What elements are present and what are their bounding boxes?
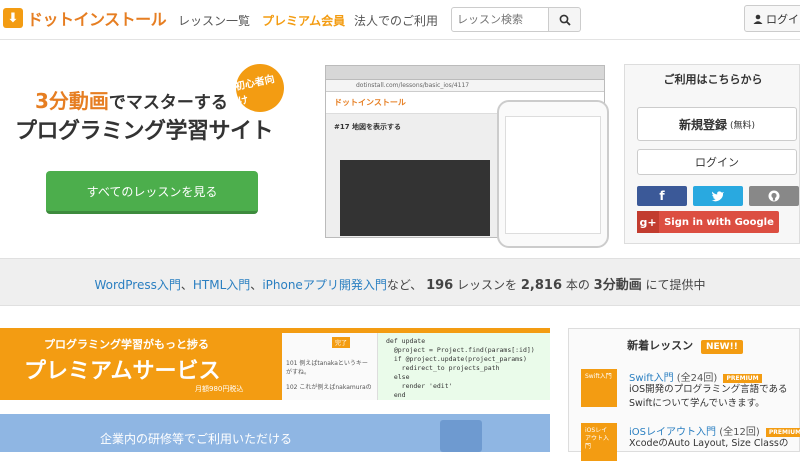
twitter-bird-icon xyxy=(711,191,724,202)
google-signin-label: Sign in with Google xyxy=(664,216,774,228)
stats-suffix-4: にて提供中 xyxy=(645,278,706,292)
premium-notes: 完了 101 例えばtanakaというキーがすね。 102 これが例えばnaka… xyxy=(282,333,378,400)
stats-sep-1: 、 xyxy=(180,278,193,292)
twitter-login-button[interactable] xyxy=(693,186,743,206)
signup-label: 新規登録 xyxy=(678,117,727,132)
site-logo[interactable]: ⬇ ドットインストール xyxy=(3,6,167,30)
lesson-thumbnail[interactable]: Swift入門 xyxy=(581,369,617,407)
premium-title: プレミアムサービス xyxy=(24,359,221,384)
new-lessons-heading: 新着レッスン xyxy=(627,339,694,352)
link-html[interactable]: HTML入門 xyxy=(193,278,250,292)
google-signin-button[interactable]: g+ Sign in with Google xyxy=(637,211,779,233)
beginner-badge: 初心者向け xyxy=(231,59,289,117)
premium-badge: PREMIUM xyxy=(723,373,762,383)
stats-suffix-3: 本の xyxy=(565,278,590,292)
preview-video xyxy=(340,160,490,236)
site-header: ⬇ ドットインストール レッスン一覧 プレミアム会員 法人でのご利用 ログイン xyxy=(0,0,800,40)
code-sample: def update @project = Project.find(param… xyxy=(378,333,550,400)
nav-premium[interactable]: プレミアム会員 xyxy=(262,12,345,29)
stats-suffix-1: など、 xyxy=(386,278,423,292)
nav-corporate[interactable]: 法人でのご利用 xyxy=(354,12,438,29)
premium-badge: PREMIUM xyxy=(765,427,800,437)
hero-section: 3分動画でマスターする プログラミング学習サイト 初心者向け すべてのレッスンを… xyxy=(0,40,800,258)
github-icon xyxy=(768,190,780,202)
premium-subtitle: プログラミング学習がもっと捗る xyxy=(44,338,209,351)
lesson-item[interactable]: Swift入門 Swift入門 (全24回) PREMIUM iOS開発のプログ… xyxy=(581,369,800,413)
premium-banner[interactable]: プログラミング学習がもっと捗る プレミアムサービス 月額980円税込 完了 10… xyxy=(0,328,550,400)
new-lessons-panel: 新着レッスン NEW!! Swift入門 Swift入門 (全24回) PREM… xyxy=(568,328,800,461)
stats-suffix-2: レッスンを xyxy=(457,278,518,292)
done-badge: 完了 xyxy=(332,337,351,348)
browser-tabbar xyxy=(326,66,604,80)
search-input[interactable] xyxy=(451,7,549,32)
stats-text: WordPress入門、HTML入門、iPhoneアプリ開発入門など、 196 … xyxy=(0,274,800,293)
lesson-count: 196 xyxy=(426,278,454,293)
tagline-highlight: 3分動画 xyxy=(35,89,109,113)
user-icon xyxy=(753,14,763,24)
hero-main-title: プログラミング学習サイト xyxy=(15,119,274,144)
lesson-thumbnail[interactable]: iOSレイアウト入門 xyxy=(581,423,617,461)
premium-price: 月額980円税込 xyxy=(195,385,244,393)
search-button[interactable] xyxy=(549,7,581,32)
stats-sep-2: 、 xyxy=(250,278,263,292)
phone-preview-image xyxy=(497,100,609,248)
link-iphone[interactable]: iPhoneアプリ開発入門 xyxy=(262,278,387,292)
hero-tagline: 3分動画でマスターする xyxy=(35,85,228,114)
stats-highlight: 3分動画 xyxy=(593,278,642,293)
corporate-banner[interactable]: 企業内の研修等でご利用いただける xyxy=(0,414,550,452)
premium-preview: 完了 101 例えばtanakaというキーがすね。 102 これが例えばnaka… xyxy=(282,333,550,400)
signup-note: (無料) xyxy=(729,120,756,131)
corporate-text: 企業内の研修等でご利用いただける xyxy=(100,432,293,446)
header-login-button[interactable]: ログイン xyxy=(744,5,800,32)
search-icon xyxy=(559,14,571,26)
register-title: ご利用はこちらから xyxy=(663,73,763,86)
view-all-lessons-button[interactable]: すべてのレッスンを見る xyxy=(46,171,258,214)
tagline-rest: でマスターする xyxy=(108,93,228,113)
premium-comment-1: 101 例えばtanakaというキーがすね。 xyxy=(286,360,368,376)
github-login-button[interactable] xyxy=(749,186,799,206)
new-badge: NEW!! xyxy=(701,340,743,354)
login-button[interactable]: ログイン xyxy=(637,149,797,175)
lesson-description: XcodeのAuto Layout, Size Classの xyxy=(629,438,789,449)
lesson-name[interactable]: iOSレイアウト入門 (全12回) PREMIUM xyxy=(629,423,800,438)
premium-comment-2: 102 これが例えばnakamuraの xyxy=(286,384,372,391)
new-lessons-title: 新着レッスン NEW!! xyxy=(569,337,800,354)
header-login-label: ログイン xyxy=(766,12,800,26)
lesson-item[interactable]: iOSレイアウト入門 iOSレイアウト入門 (全12回) PREMIUM Xco… xyxy=(581,423,800,467)
signup-button[interactable]: 新規登録 (無料) xyxy=(637,107,797,141)
google-plus-icon: g+ xyxy=(637,211,659,233)
phone-screen xyxy=(505,116,601,234)
lesson-description: iOS開発のプログラミング言語であるSwiftについて学んでいきます。 xyxy=(629,384,788,409)
download-icon xyxy=(440,420,482,452)
lesson-name[interactable]: Swift入門 (全24回) PREMIUM xyxy=(629,369,762,384)
search-form xyxy=(451,7,581,32)
video-count: 2,816 xyxy=(520,278,562,293)
register-panel: ご利用はこちらから 新規登録 (無料) ログイン f g+ Sign in wi… xyxy=(624,64,800,244)
stats-strip: WordPress入門、HTML入門、iPhoneアプリ開発入門など、 196 … xyxy=(0,258,800,306)
link-wordpress[interactable]: WordPress入門 xyxy=(94,278,180,292)
facebook-login-button[interactable]: f xyxy=(637,186,687,206)
download-arrow-icon: ⬇ xyxy=(3,8,23,28)
facebook-icon: f xyxy=(659,189,665,203)
nav-lessons[interactable]: レッスン一覧 xyxy=(178,12,250,29)
logo-text: ドットインストール xyxy=(27,10,167,29)
browser-url: dotinstall.com/lessons/basic_ios/4117 xyxy=(326,80,604,92)
